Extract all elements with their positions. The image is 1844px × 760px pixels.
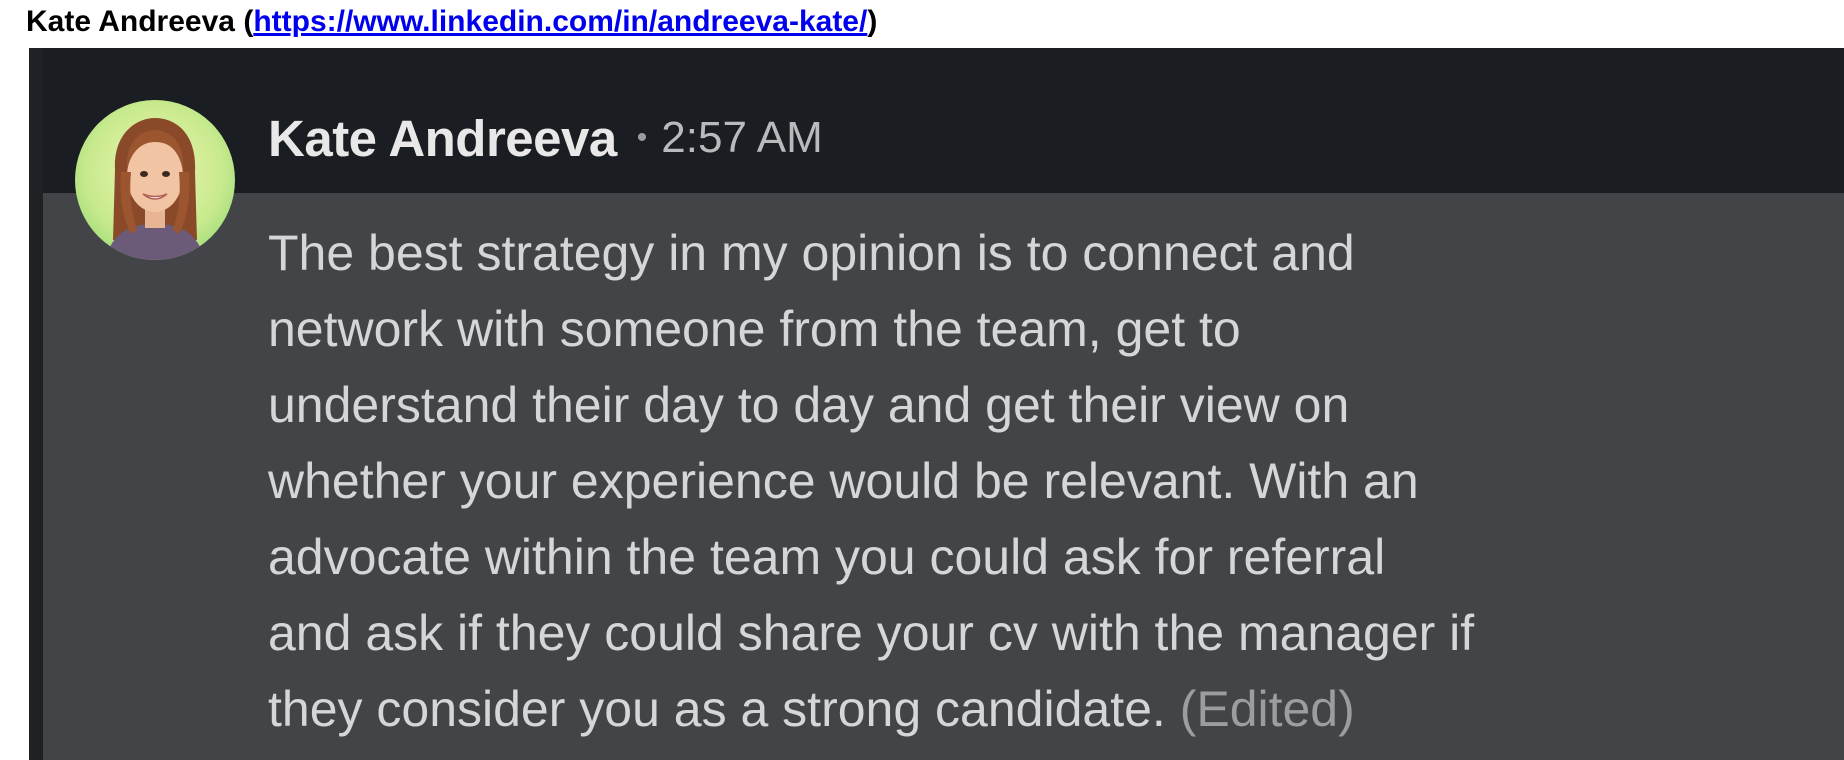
message-frame-border	[29, 48, 43, 760]
message-last-line: they consider you as a strong candidate.…	[268, 671, 1828, 747]
caption-open-paren: (	[234, 5, 254, 38]
message-author[interactable]: Kate Andreeva	[268, 109, 617, 168]
avatar-icon	[75, 100, 235, 260]
message-line: The best strategy in my opinion is to co…	[268, 225, 1355, 281]
message-body: The best strategy in my opinion is to co…	[268, 215, 1828, 747]
message-line: understand their day to day and get thei…	[268, 377, 1350, 433]
caption-name: Kate Andreeva	[26, 5, 235, 38]
linkedin-profile-link[interactable]: https://www.linkedin.com/in/andreeva-kat…	[253, 5, 867, 38]
avatar[interactable]	[75, 100, 235, 260]
edited-label: (Edited)	[1179, 681, 1355, 737]
caption-close-paren: )	[867, 5, 878, 38]
post-caption: Kate Andreeva (https://www.linkedin.com/…	[26, 3, 877, 41]
message-line: network with someone from the team, get …	[268, 301, 1241, 357]
message-header: Kate Andreeva • 2:57 AM	[268, 108, 823, 168]
message-timestamp[interactable]: 2:57 AM	[661, 113, 822, 163]
message-line: and ask if they could share your cv with…	[268, 605, 1475, 661]
message-line: advocate within the team you could ask f…	[268, 529, 1386, 585]
header-separator: •	[636, 121, 648, 154]
message-line: whether your experience would be relevan…	[268, 453, 1419, 509]
message-line-text: they consider you as a strong candidate.	[268, 681, 1166, 737]
